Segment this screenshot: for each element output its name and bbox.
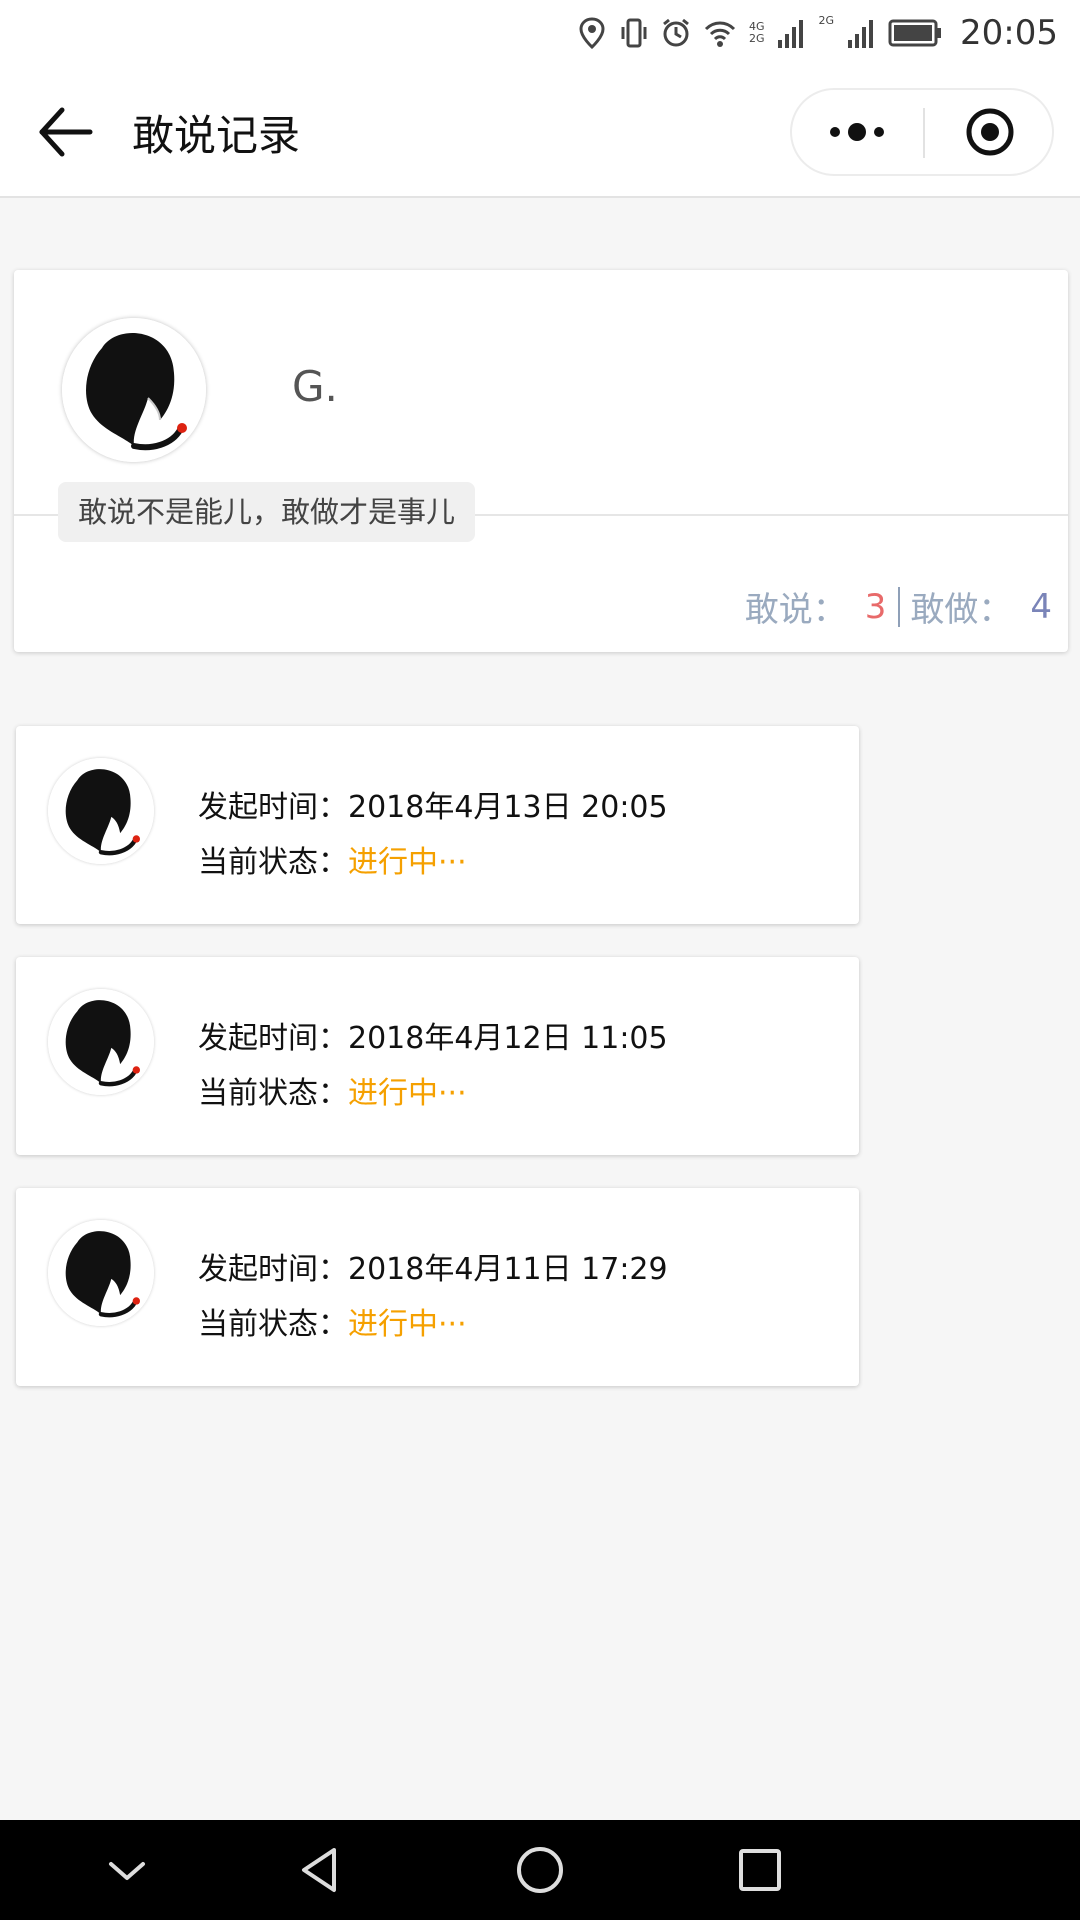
profile-card: G. 敢说不是能儿，敢做才是事儿 敢说： 3 敢做： 4 xyxy=(14,270,1068,652)
say-count: 3 xyxy=(864,586,887,627)
back-arrow-icon[interactable] xyxy=(36,106,96,158)
do-label: 敢做： xyxy=(910,590,1013,630)
recents-square-icon[interactable] xyxy=(730,1840,790,1900)
mini-program-capsule xyxy=(790,88,1054,176)
stats-bar: 敢说： 3 敢做： 4 xyxy=(745,582,1052,631)
user-name: G. xyxy=(292,362,338,411)
record-time-label: 发起时间： xyxy=(198,1021,348,1056)
status-time: 20:05 xyxy=(960,13,1058,53)
vibrate-icon xyxy=(621,18,647,48)
stats-separator xyxy=(898,586,901,627)
do-count: 4 xyxy=(1030,586,1052,627)
record-time: 2018年4月13日 20:05 xyxy=(348,790,668,825)
record-status: 进行中··· xyxy=(348,1076,467,1111)
system-nav-bar xyxy=(0,1820,1080,1920)
avatar xyxy=(48,1220,154,1326)
signal-icon xyxy=(778,20,804,48)
close-mini-program-icon[interactable] xyxy=(925,90,1052,174)
avatar-illustration-icon xyxy=(48,989,154,1095)
avatar[interactable] xyxy=(62,318,206,462)
record-status: 进行中··· xyxy=(348,1307,467,1342)
record-time-line: 发起时间：2018年4月13日 20:05 xyxy=(198,782,668,826)
avatar xyxy=(48,758,154,864)
motto-tag: 敢说不是能儿，敢做才是事儿 xyxy=(58,482,476,542)
network-type-label: 4G 2G xyxy=(748,20,765,45)
location-icon xyxy=(579,17,605,50)
avatar xyxy=(48,989,154,1095)
page-title: 敢说记录 xyxy=(132,111,301,160)
record-time-line: 发起时间：2018年4月11日 17:29 xyxy=(198,1244,668,1288)
more-icon[interactable] xyxy=(792,90,923,174)
record-status-line: 当前状态：进行中··· xyxy=(198,837,467,881)
record-status-label: 当前状态： xyxy=(198,1307,348,1342)
record-status-label: 当前状态： xyxy=(198,1076,348,1111)
say-label: 敢说： xyxy=(744,590,847,630)
record-status-line: 当前状态：进行中··· xyxy=(198,1299,467,1343)
record-status-line: 当前状态：进行中··· xyxy=(198,1068,467,1112)
network-2g-label: 2G xyxy=(818,14,835,27)
record-card[interactable]: 发起时间：2018年4月13日 20:05 当前状态：进行中··· xyxy=(16,726,859,924)
record-status: 进行中··· xyxy=(348,845,467,880)
nav-bar: 敢说记录 xyxy=(0,66,1080,198)
record-time: 2018年4月12日 11:05 xyxy=(348,1021,668,1056)
status-bar: 4G 2G 2G 20:05 xyxy=(0,0,1080,66)
record-time-label: 发起时间： xyxy=(198,1252,348,1287)
record-time-line: 发起时间：2018年4月12日 11:05 xyxy=(198,1013,668,1057)
avatar-illustration-icon xyxy=(62,318,206,462)
record-status-label: 当前状态： xyxy=(198,845,348,880)
record-time-label: 发起时间： xyxy=(198,790,348,825)
alarm-icon xyxy=(663,18,689,47)
signal-icon-2 xyxy=(848,20,874,48)
back-triangle-icon[interactable] xyxy=(290,1840,350,1900)
avatar-illustration-icon xyxy=(48,1220,154,1326)
record-time: 2018年4月11日 17:29 xyxy=(348,1252,668,1287)
chevron-down-icon[interactable] xyxy=(97,1840,157,1900)
avatar-illustration-icon xyxy=(48,758,154,864)
record-card[interactable]: 发起时间：2018年4月11日 17:29 当前状态：进行中··· xyxy=(16,1188,859,1386)
record-card[interactable]: 发起时间：2018年4月12日 11:05 当前状态：进行中··· xyxy=(16,957,859,1155)
home-circle-icon[interactable] xyxy=(510,1840,570,1900)
wifi-icon xyxy=(704,21,736,47)
battery-icon xyxy=(888,19,942,47)
